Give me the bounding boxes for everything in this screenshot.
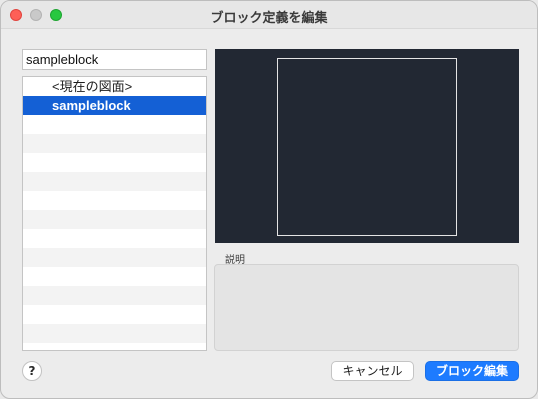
block-name-field[interactable]: sampleblock [22, 49, 207, 70]
edit-block-button[interactable]: ブロック編集 [425, 361, 519, 381]
help-button[interactable]: ? [22, 361, 42, 381]
list-item-current-drawing[interactable]: <現在の図面> [23, 77, 206, 96]
window-title: ブロック定義を編集 [210, 11, 328, 26]
list-empty-row [23, 324, 206, 343]
list-empty-row [23, 191, 206, 210]
block-preview [215, 49, 519, 243]
preview-block-outline [277, 58, 457, 236]
title-bar: ブロック定義を編集 [1, 1, 537, 29]
list-empty-row [23, 229, 206, 248]
list-empty-row [23, 286, 206, 305]
list-empty-row [23, 210, 206, 229]
list-empty-row [23, 134, 206, 153]
cancel-button[interactable]: キャンセル [331, 361, 414, 381]
list-empty-row [23, 153, 206, 172]
list-empty-row [23, 267, 206, 286]
edit-block-definition-dialog: ブロック定義を編集 sampleblock <現在の図面> samplebloc… [0, 0, 538, 399]
list-empty-row [23, 248, 206, 267]
block-list[interactable]: <現在の図面> sampleblock [22, 76, 207, 351]
list-empty-row [23, 343, 206, 350]
list-item-sampleblock[interactable]: sampleblock [23, 96, 206, 115]
description-field[interactable] [214, 264, 519, 351]
list-empty-row [23, 115, 206, 134]
list-empty-row [23, 172, 206, 191]
list-empty-row [23, 305, 206, 324]
